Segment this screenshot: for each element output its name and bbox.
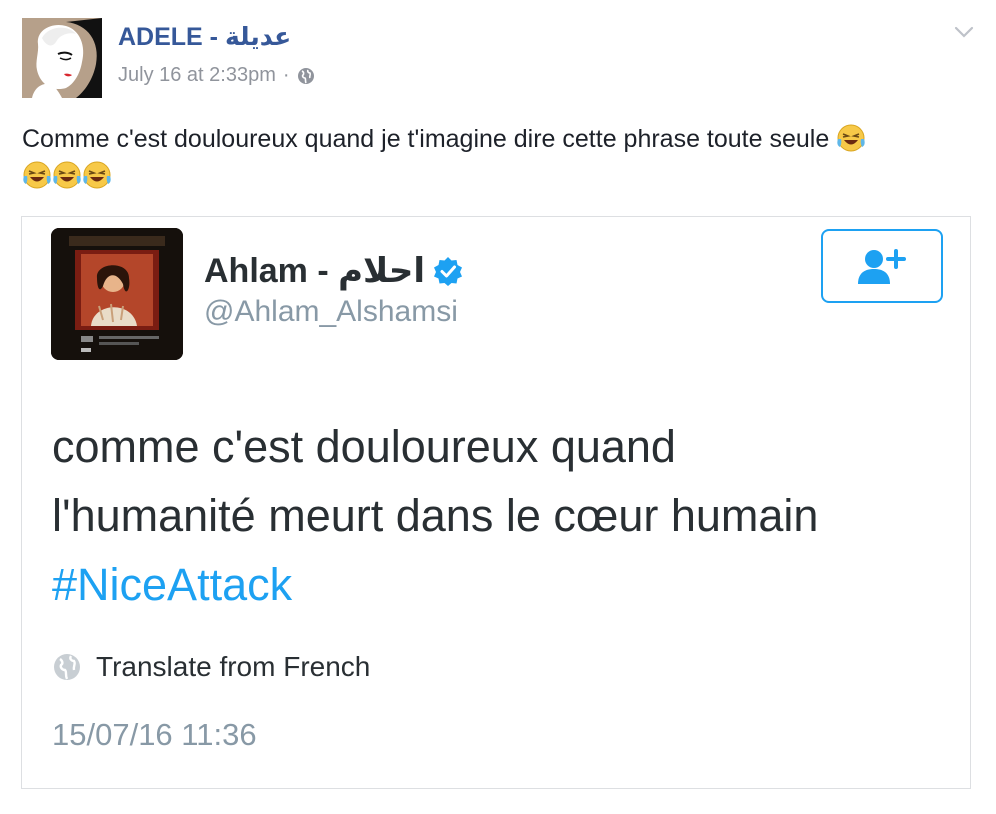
tweet-display-name[interactable]: Ahlam - احلام — [204, 251, 463, 291]
laughing-emoji-icon — [83, 161, 111, 189]
tweet-text-line-2: l'humanité meurt dans le cœur humain — [52, 490, 819, 541]
tweet-avatar[interactable] — [51, 228, 183, 360]
laughing-emoji-icon — [837, 124, 865, 152]
globe-icon[interactable] — [297, 67, 315, 85]
meta-separator: · — [282, 64, 290, 86]
chevron-down-icon[interactable] — [953, 24, 975, 40]
laughing-emoji-icon — [23, 161, 51, 189]
translate-label[interactable]: Translate from French — [96, 651, 370, 683]
tweet-text-line-1: comme c'est douloureux quand — [52, 421, 676, 472]
follow-button[interactable] — [821, 229, 943, 303]
follow-user-icon — [858, 249, 906, 284]
tweet-datetime: 15/07/16 11:36 — [52, 717, 257, 752]
post-text: Comme c'est douloureux quand je t'imagin… — [22, 121, 972, 195]
verified-badge-icon — [433, 256, 463, 286]
post-author[interactable]: ADELE - عديلة — [118, 22, 291, 52]
translate-link[interactable]: Translate from French — [52, 651, 370, 683]
post-meta: July 16 at 2:33pm · — [118, 64, 315, 87]
tweet-card[interactable]: Ahlam - احلام @Ahlam_Alshamsi comme c'es… — [21, 216, 971, 789]
tweet-text: comme c'est douloureux quand l'humanité … — [52, 412, 952, 619]
post-timestamp[interactable]: July 16 at 2:33pm — [118, 64, 276, 87]
page-avatar[interactable] — [22, 18, 102, 98]
tweet-hashtag-link[interactable]: #NiceAttack — [52, 550, 952, 619]
tweet-handle[interactable]: @Ahlam_Alshamsi — [204, 295, 458, 329]
globe-icon — [54, 654, 80, 680]
tweet-display-name-text[interactable]: Ahlam - احلام — [204, 251, 425, 291]
post-text-content: Comme c'est douloureux quand je t'imagin… — [22, 125, 830, 153]
laughing-emoji-icon — [53, 161, 81, 189]
